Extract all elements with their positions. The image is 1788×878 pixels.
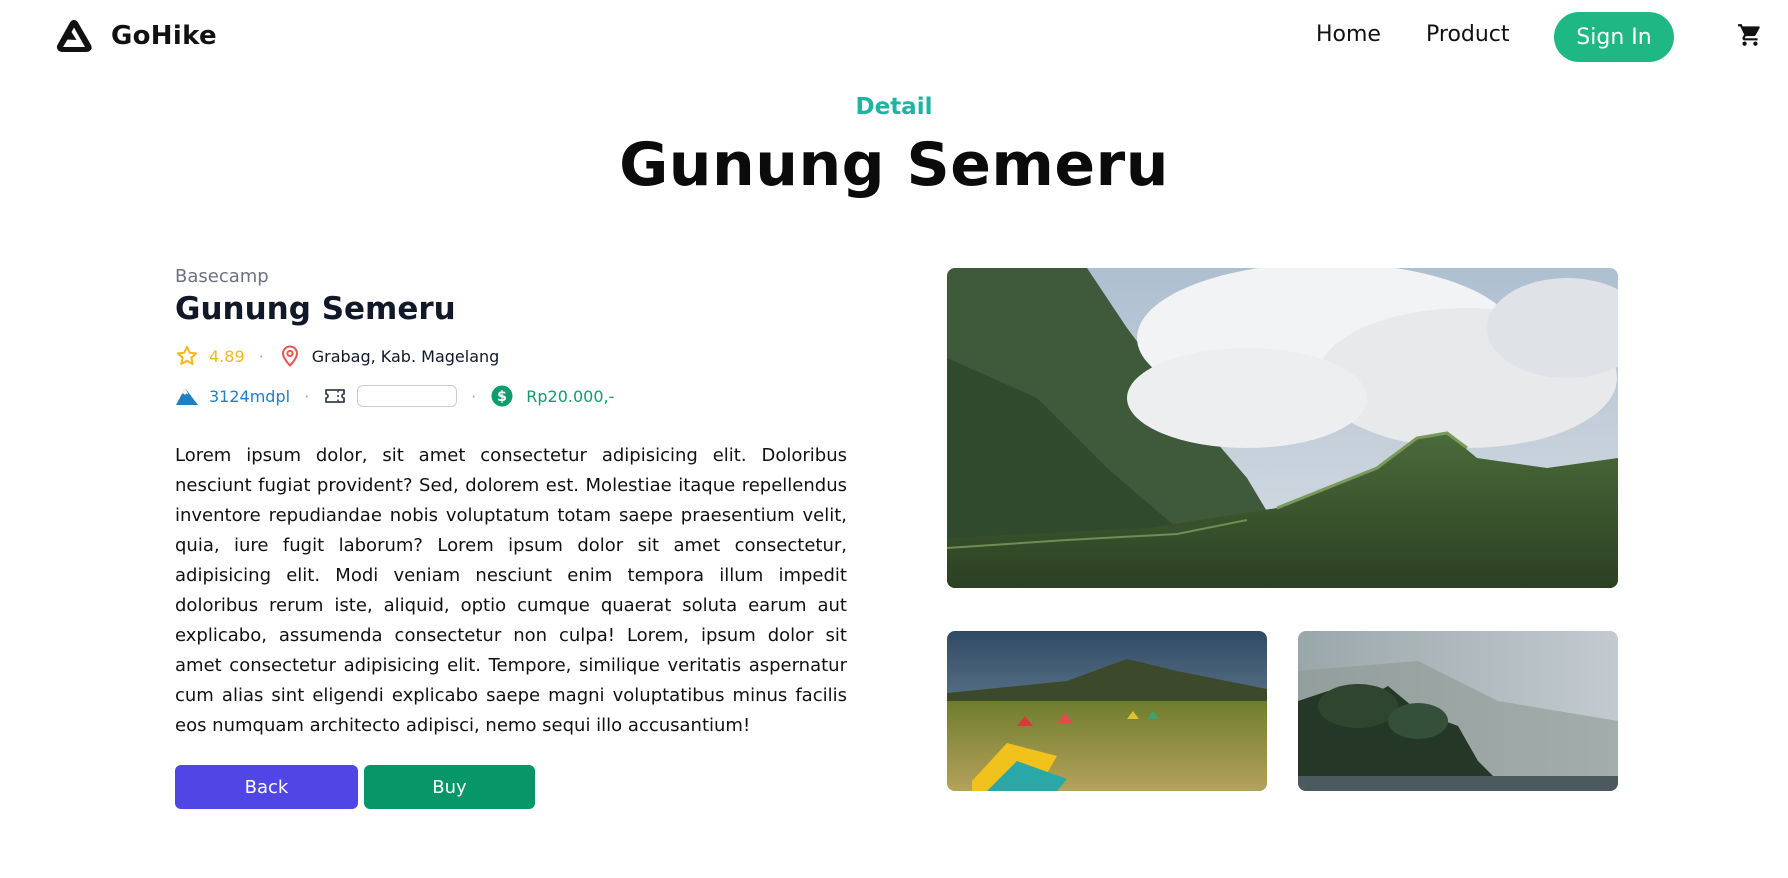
category-label: Basecamp <box>175 266 269 287</box>
top-navbar: GoHike Home Product Sign In <box>0 0 1788 74</box>
forest-lake-photo <box>1298 631 1618 791</box>
rating-value: 4.89 <box>209 346 245 366</box>
separator-dot: · <box>471 386 477 406</box>
separator-dot: · <box>304 386 310 406</box>
ticket-icon <box>325 389 346 403</box>
description-text: Lorem ipsum dolor, sit amet consectetur … <box>175 445 847 736</box>
campsite-photo <box>947 631 1267 791</box>
map-pin-icon <box>281 345 298 367</box>
nav-product-link[interactable]: Product <box>1426 22 1510 47</box>
place-title: Gunung Semeru <box>175 291 456 327</box>
star-icon <box>176 345 198 365</box>
mountain-icon <box>176 388 198 405</box>
section-eyebrow: Detail <box>855 94 933 120</box>
back-button[interactable]: Back <box>175 765 358 809</box>
separator-dot: · <box>258 346 264 366</box>
brand-name: GoHike <box>111 21 217 51</box>
elevation-text: 3124mdpl <box>209 386 291 406</box>
nav-home-link[interactable]: Home <box>1316 22 1381 47</box>
buy-button[interactable]: Buy <box>364 765 535 809</box>
dollar-coin-icon: $ <box>491 385 513 407</box>
meta-row-rating-location: 4.89 · Grabag, Kab. Magelang <box>175 341 847 371</box>
price-text: Rp20.000,- <box>526 386 615 406</box>
action-buttons: Back Buy <box>175 765 847 809</box>
main-mountain-photo <box>947 268 1618 588</box>
sign-in-button[interactable]: Sign In <box>1554 12 1674 62</box>
page-title: Gunung Semeru <box>619 130 1169 200</box>
ticket-quantity-input[interactable] <box>357 385 458 407</box>
misty-forest-image <box>1298 631 1618 791</box>
location-text: Grabag, Kab. Magelang <box>311 346 500 366</box>
brand[interactable]: GoHike <box>52 16 217 56</box>
campsite-image <box>947 631 1267 791</box>
triangle-logo-icon <box>56 20 92 52</box>
mountain-clouds-image <box>947 268 1618 588</box>
svg-text:$: $ <box>497 389 507 405</box>
cart-icon[interactable] <box>1737 22 1763 48</box>
detail-panel: Basecamp Gunung Semeru 4.89 · Grabag, Ka… <box>175 266 847 809</box>
meta-row-elevation-ticket-price: 3124mdpl · · $ Rp20.000,- <box>175 381 847 411</box>
